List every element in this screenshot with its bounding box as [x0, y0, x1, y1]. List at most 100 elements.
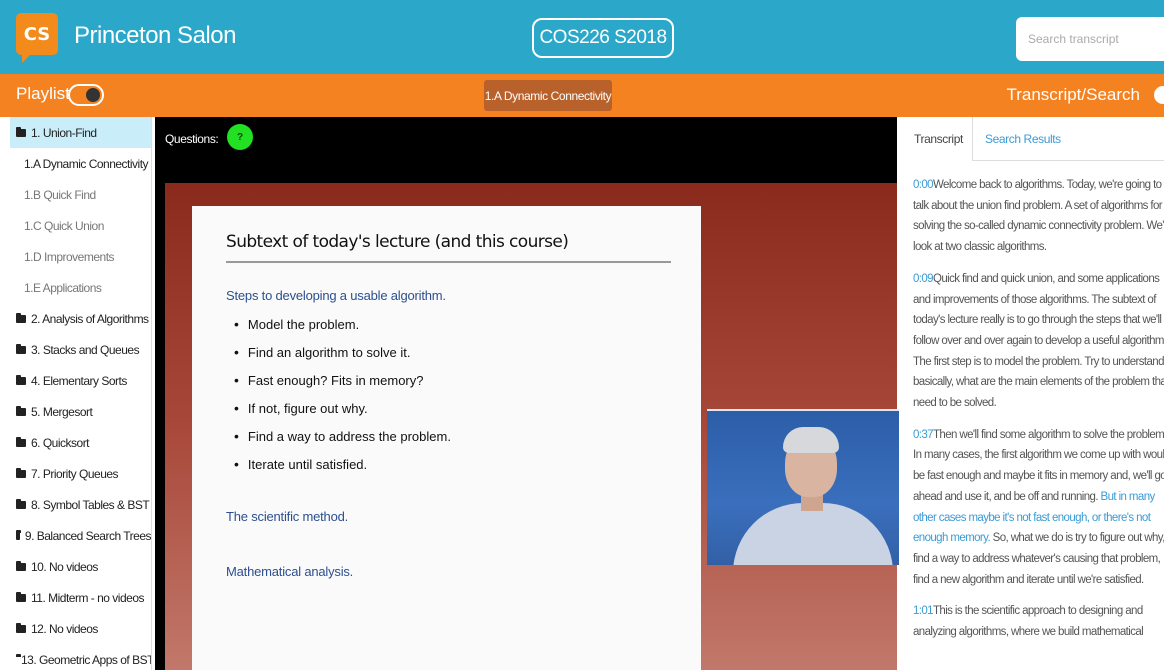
playlist-item-label: 1.E Applications [24, 280, 102, 295]
folder-icon [16, 312, 26, 323]
transcript-paragraph: 0:09Quick find and quick union, and some… [913, 269, 1164, 414]
questions-button[interactable]: ? [227, 124, 253, 150]
folder-icon [16, 622, 26, 633]
slide-heading: Mathematical analysis. [226, 564, 354, 579]
tab-transcript[interactable]: Transcript [903, 117, 973, 161]
playlist-item-label: 8. Symbol Tables & BST [31, 497, 150, 512]
playlist-item-label: 11. Midterm - no videos [31, 590, 145, 605]
transcript-paragraph: 0:37Then we'll find some algorithm to so… [913, 425, 1164, 591]
slide-bullet-list: Model the problem. Find an algorithm to … [234, 310, 451, 478]
playlist-item-label: 6. Quicksort [31, 435, 90, 450]
transcript-panel: Transcript Search Results 0:00Welcome ba… [903, 117, 1164, 670]
playlist-section[interactable]: 9. Balanced Search Trees [10, 520, 151, 551]
slide-bullet: Find a way to address the problem. [234, 422, 451, 450]
tab-search-results[interactable]: Search Results [985, 117, 1061, 161]
playlist-toggle[interactable] [68, 84, 104, 106]
current-section-tag: 1.A Dynamic Connectivity [484, 80, 612, 111]
playlist-section[interactable]: 12. No videos [10, 613, 151, 644]
playlist-section[interactable]: 13. Geometric Apps of BST [10, 644, 151, 670]
folder-icon [16, 467, 26, 478]
cs-logo[interactable]: CS [16, 13, 58, 63]
playlist-item-label: 1.B Quick Find [24, 187, 96, 202]
highlighted-match: enough memory. [913, 532, 991, 545]
playlist-section[interactable]: 10. No videos [10, 551, 151, 582]
search-transcript-input[interactable] [1016, 17, 1164, 61]
playlist-section[interactable]: 2. Analysis of Algorithms [10, 303, 151, 334]
playlist-section[interactable]: 1. Union-Find [10, 117, 151, 148]
highlighted-match: other cases maybe it's not fast enough, … [913, 511, 1151, 524]
playlist-label: Playlist [16, 84, 70, 103]
playlist-item-label: 3. Stacks and Queues [31, 342, 140, 357]
slide-divider [226, 261, 671, 263]
playlist-section[interactable]: 7. Priority Queues [10, 458, 151, 489]
slide-heading: The scientific method. [226, 509, 349, 524]
questions-label: Questions: [165, 132, 219, 146]
folder-icon [16, 374, 26, 385]
transcript-line: talk about the union find problem. A set… [913, 199, 1163, 212]
playlist-subitem[interactable]: 1.C Quick Union [10, 210, 151, 241]
playlist-item-label: 2. Analysis of Algorithms [31, 311, 149, 326]
video-player[interactable]: Questions: ? Subtext of today's lecture … [155, 117, 899, 670]
folder-icon [16, 529, 21, 540]
transcript-line: Then we'll find some algorithm to solve … [932, 428, 1164, 441]
transcript-line: The first step is to model the problem. … [913, 355, 1164, 368]
playlist-subitem[interactable]: 1.B Quick Find [10, 179, 151, 210]
slide-bullet: Fast enough? Fits in memory? [234, 366, 451, 394]
playlist-subitem[interactable]: 1.E Applications [10, 272, 151, 303]
playlist-item-label: 12. No videos [31, 621, 98, 636]
transcript-toggle-indicator[interactable] [1154, 86, 1164, 104]
transcript-line: This is the scientific approach to desig… [932, 605, 1143, 618]
transcript-line: and improvements of those algorithms. Th… [913, 293, 1156, 306]
playlist-item-label: 5. Mergesort [31, 404, 93, 419]
transcript-line: follow over and over again to develop a … [913, 334, 1164, 347]
transcript-line: Quick find and quick union, and some app… [932, 272, 1160, 285]
transcript-line: In many cases, the first algorithm we co… [913, 449, 1164, 462]
transcript-line: Welcome back to algorithms. Today, we're… [932, 179, 1162, 191]
playlist-item-label: 4. Elementary Sorts [31, 373, 127, 388]
timestamp-link[interactable]: 1:01 [913, 605, 934, 617]
timestamp-link[interactable]: 0:37 [913, 429, 934, 441]
slide-title: Subtext of today's lecture (and this cou… [226, 232, 569, 252]
lecturer-shoulders [733, 503, 893, 565]
slide-bullet: Iterate until satisfied. [234, 450, 451, 478]
toolbar: Playlist 1.A Dynamic Connectivity Transc… [0, 74, 1164, 117]
playlist-item-label: 1.A Dynamic Connectivity [24, 156, 149, 171]
transcript-line: find a new algorithm and iterate until w… [913, 573, 1144, 586]
playlist-section[interactable]: 11. Midterm - no videos [10, 582, 151, 613]
playlist-section[interactable]: 8. Symbol Tables & BST [10, 489, 151, 520]
video-frame[interactable]: Subtext of today's lecture (and this cou… [165, 183, 899, 670]
transcript-line: look at two classic algorithms. [913, 241, 1047, 254]
transcript-line: basically, what are the main elements of… [913, 376, 1164, 389]
playlist-section[interactable]: 3. Stacks and Queues [10, 334, 151, 365]
playlist-sidebar: 1. Union-Find 1.A Dynamic Connectivity 1… [10, 117, 152, 670]
transcript-line: ahead and use it, and be off and running… [913, 490, 1099, 503]
transcript-line: be fast enough and maybe it fits in memo… [913, 470, 1164, 483]
playlist-section[interactable]: 4. Elementary Sorts [10, 365, 151, 396]
folder-icon [16, 436, 26, 447]
timestamp-link[interactable]: 0:09 [913, 273, 934, 285]
playlist-section[interactable]: 5. Mergesort [10, 396, 151, 427]
folder-icon [16, 591, 26, 602]
transcript-line: analyzing algorithms, where we build mat… [913, 626, 1144, 639]
playlist-item-label: 1. Union-Find [31, 125, 97, 140]
transcript-search-toggle[interactable]: Transcript/Search [1006, 85, 1140, 105]
playlist-item-label: 1.D Improvements [24, 249, 115, 264]
folder-icon [16, 498, 26, 509]
course-button[interactable]: COS226 S2018 [532, 18, 674, 58]
folder-icon [16, 343, 26, 354]
playlist-subitem[interactable]: 1.A Dynamic Connectivity [10, 148, 151, 179]
toggle-knob [86, 88, 100, 102]
transcript-line: need to be solved. [913, 397, 997, 410]
slide-bullet: Model the problem. [234, 310, 451, 338]
slide-bullet: If not, figure out why. [234, 394, 451, 422]
playlist-subitem[interactable]: 1.D Improvements [10, 241, 151, 272]
playlist-item-label: 9. Balanced Search Trees [24, 528, 151, 543]
transcript-line: solving the so-called dynamic connectivi… [913, 220, 1164, 233]
playlist-section[interactable]: 6. Quicksort [10, 427, 151, 458]
slide-heading: Steps to developing a usable algorithm. [226, 288, 446, 303]
transcript-line: find a way to address whatever's causing… [913, 552, 1161, 565]
playlist-item-label: 10. No videos [31, 559, 98, 574]
timestamp-link[interactable]: 0:00 [913, 179, 934, 191]
folder-icon [16, 560, 26, 571]
app-title[interactable]: Princeton Salon [74, 22, 236, 50]
